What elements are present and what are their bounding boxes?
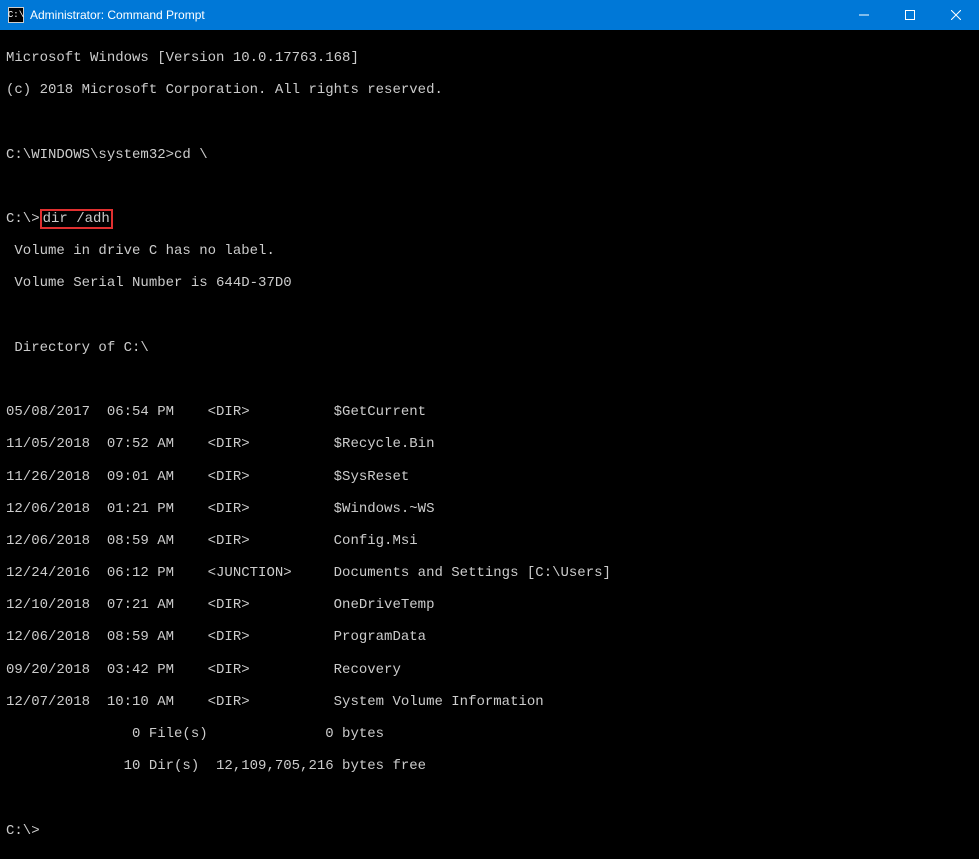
terminal-line: 11/26/2018 09:01 AM <DIR> $SysReset xyxy=(6,469,973,485)
terminal-line xyxy=(6,308,973,324)
terminal-line: 12/06/2018 08:59 AM <DIR> ProgramData xyxy=(6,629,973,645)
prompt-command: cd \ xyxy=(174,147,208,163)
terminal-line: 12/24/2016 06:12 PM <JUNCTION> Documents… xyxy=(6,565,973,581)
terminal-line: 0 File(s) 0 bytes xyxy=(6,726,973,742)
terminal-line xyxy=(6,372,973,388)
terminal-line: 12/07/2018 10:10 AM <DIR> System Volume … xyxy=(6,694,973,710)
terminal-prompt-line: C:\> xyxy=(6,823,973,839)
terminal-line: (c) 2018 Microsoft Corporation. All righ… xyxy=(6,82,973,98)
prompt-path: C:\WINDOWS\system32> xyxy=(6,147,174,163)
terminal-line xyxy=(6,114,973,130)
terminal-line xyxy=(6,179,973,195)
terminal-line xyxy=(6,790,973,806)
terminal-prompt-line: C:\>dir /adh xyxy=(6,211,973,227)
minimize-button[interactable] xyxy=(841,0,887,30)
command-prompt-icon: C:\ xyxy=(8,7,24,23)
terminal-line: 12/06/2018 08:59 AM <DIR> Config.Msi xyxy=(6,533,973,549)
window-title: Administrator: Command Prompt xyxy=(30,8,205,22)
terminal-output[interactable]: Microsoft Windows [Version 10.0.17763.16… xyxy=(0,30,979,859)
terminal-line: 12/06/2018 01:21 PM <DIR> $Windows.~WS xyxy=(6,501,973,517)
titlebar-left: C:\ Administrator: Command Prompt xyxy=(0,7,205,23)
terminal-line: 10 Dir(s) 12,109,705,216 bytes free xyxy=(6,758,973,774)
terminal-line: 05/08/2017 06:54 PM <DIR> $GetCurrent xyxy=(6,404,973,420)
terminal-line: Microsoft Windows [Version 10.0.17763.16… xyxy=(6,50,973,66)
terminal-line: 12/10/2018 07:21 AM <DIR> OneDriveTemp xyxy=(6,597,973,613)
window-controls xyxy=(841,0,979,30)
terminal-line: 11/05/2018 07:52 AM <DIR> $Recycle.Bin xyxy=(6,436,973,452)
app-icon-text: C:\ xyxy=(8,11,24,20)
close-button[interactable] xyxy=(933,0,979,30)
terminal-prompt-line: C:\WINDOWS\system32>cd \ xyxy=(6,147,973,163)
prompt-path: C:\> xyxy=(6,823,40,839)
window-titlebar: C:\ Administrator: Command Prompt xyxy=(0,0,979,30)
terminal-line: Volume Serial Number is 644D-37D0 xyxy=(6,275,973,291)
terminal-line: Directory of C:\ xyxy=(6,340,973,356)
maximize-button[interactable] xyxy=(887,0,933,30)
terminal-line: Volume in drive C has no label. xyxy=(6,243,973,259)
prompt-path: C:\> xyxy=(6,211,40,227)
terminal-line: 09/20/2018 03:42 PM <DIR> Recovery xyxy=(6,662,973,678)
highlighted-command: dir /adh xyxy=(40,209,113,229)
